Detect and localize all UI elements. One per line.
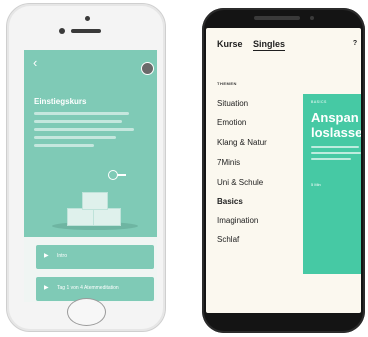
topic-7minis[interactable]: 7Minis <box>217 158 240 167</box>
front-camera <box>59 28 65 34</box>
course-hero: ‹ Einstiegskurs <box>24 50 157 237</box>
camera-dot <box>85 16 90 21</box>
topic-situation[interactable]: Situation <box>217 99 248 108</box>
card-kicker: BASICS <box>311 100 327 104</box>
front-sensor <box>310 16 314 20</box>
help-icon[interactable]: ? <box>351 40 359 48</box>
course-description <box>34 112 139 152</box>
topic-schlaf[interactable]: Schlaf <box>217 235 239 244</box>
card-duration: 5 Min <box>311 182 321 187</box>
topic-imagination[interactable]: Imagination <box>217 216 258 225</box>
single-card[interactable]: BASICS Anspan loslasse 5 Min <box>303 94 361 274</box>
illustration-block-bottom-left <box>67 208 95 226</box>
home-button[interactable] <box>67 298 106 326</box>
illustration-block-top <box>82 192 108 210</box>
card-description <box>311 146 361 164</box>
card-title: Anspan loslasse <box>311 110 361 140</box>
right-phone-screen: Kurse Singles ? THEMEN Situation Emotion… <box>206 28 361 313</box>
lesson-label: Intro <box>57 253 68 259</box>
course-title: Einstiegskurs <box>34 97 87 106</box>
topic-klang-natur[interactable]: Klang & Natur <box>217 138 267 147</box>
illustration-block-bottom-right <box>93 208 121 226</box>
card-title-line-1: Anspan <box>311 110 359 125</box>
left-phone-screen: ‹ Einstiegskurs ▶ Intro ▶ Tag 1 von 4 At… <box>24 50 157 302</box>
back-icon[interactable]: ‹ <box>33 56 37 69</box>
play-icon: ▶ <box>44 253 49 259</box>
topic-basics[interactable]: Basics <box>217 197 243 206</box>
avatar[interactable] <box>141 62 154 75</box>
topic-emotion[interactable]: Emotion <box>217 118 246 127</box>
lesson-list: ▶ Intro ▶ Tag 1 von 4 Atemmeditation <box>24 237 157 302</box>
lesson-row-intro[interactable]: ▶ Intro <box>36 245 154 269</box>
key-icon <box>108 170 126 180</box>
tab-singles[interactable]: Singles <box>253 39 286 51</box>
play-icon: ▶ <box>44 285 49 291</box>
card-title-line-2: loslasse <box>311 125 361 140</box>
tab-kurse[interactable]: Kurse <box>217 39 243 49</box>
earpiece-speaker <box>254 16 300 20</box>
section-heading: THEMEN <box>217 81 237 86</box>
topic-uni-schule[interactable]: Uni & Schule <box>217 178 263 187</box>
earpiece-speaker <box>71 29 101 33</box>
lesson-row-day-1[interactable]: ▶ Tag 1 von 4 Atemmeditation <box>36 277 154 301</box>
right-phone-frame: Kurse Singles ? THEMEN Situation Emotion… <box>202 8 365 333</box>
lesson-label: Tag 1 von 4 Atemmeditation <box>57 285 119 291</box>
left-phone-frame: ‹ Einstiegskurs ▶ Intro ▶ Tag 1 von 4 At… <box>6 3 166 332</box>
